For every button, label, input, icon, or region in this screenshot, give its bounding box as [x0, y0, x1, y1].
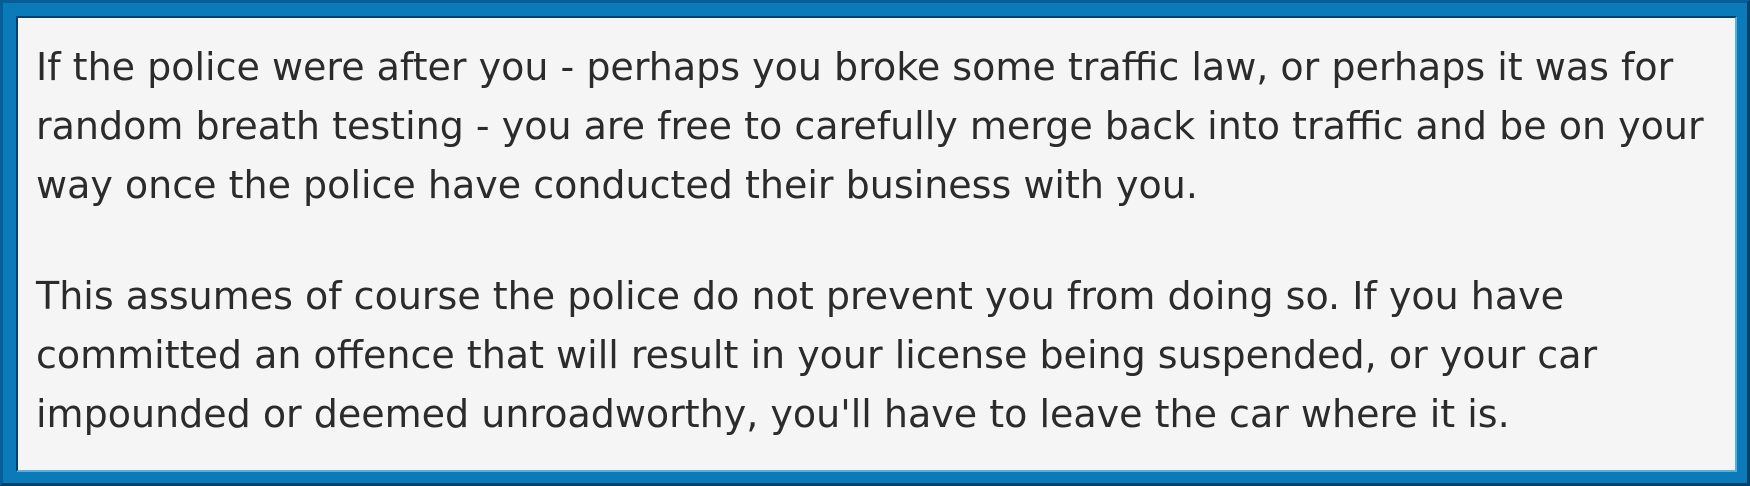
- paragraph-line: If the police were after you - perhaps y…: [36, 45, 1674, 89]
- blue-frame: If the police were after you - perhaps y…: [0, 0, 1750, 486]
- paragraph-line: impounded or deemed unroadworthy, you'll…: [36, 392, 1510, 436]
- paragraph-2: This assumes of course the police do not…: [36, 267, 1726, 444]
- paragraph-line: This assumes of course the police do not…: [36, 274, 1564, 318]
- paragraph-1: If the police were after you - perhaps y…: [36, 38, 1726, 215]
- paragraph-line: random breath testing - you are free to …: [36, 104, 1704, 148]
- answer-text: If the police were after you - perhaps y…: [36, 38, 1726, 444]
- paragraph-line: way once the police have conducted their…: [36, 163, 1198, 207]
- paragraph-line: committed an offence that will result in…: [36, 333, 1598, 377]
- text-panel: If the police were after you - perhaps y…: [16, 16, 1737, 472]
